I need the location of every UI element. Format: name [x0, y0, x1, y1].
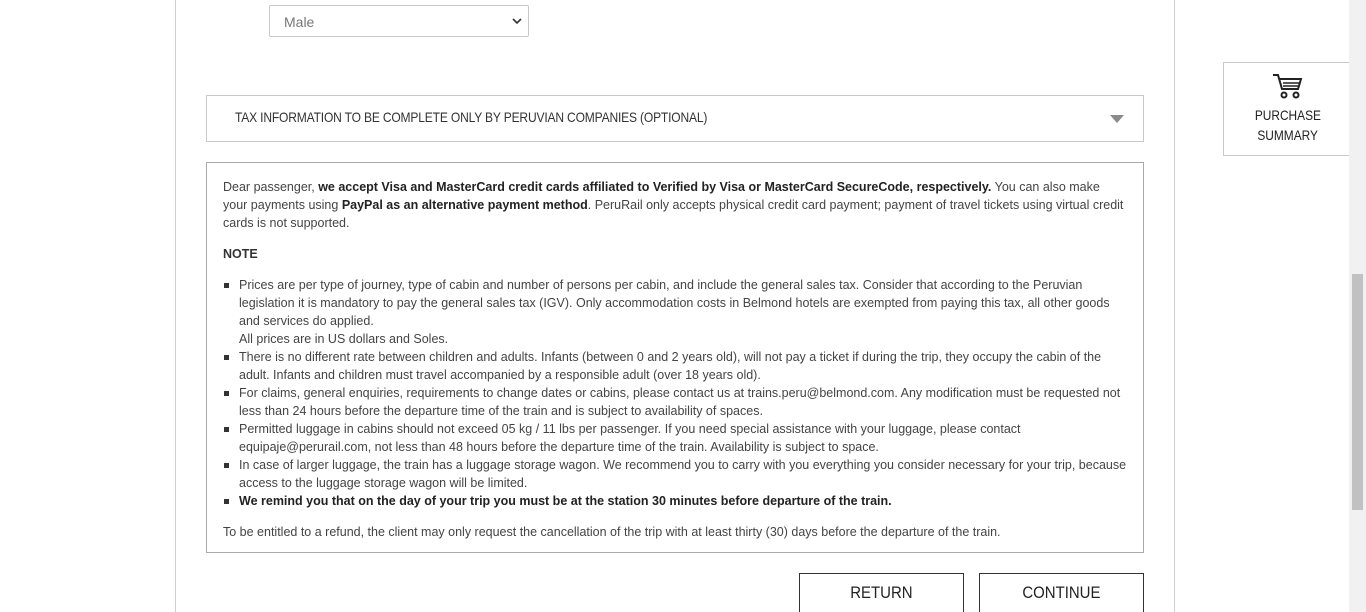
list-item: Permitted luggage in cabins should not e… [223, 420, 1127, 456]
page-scrollbar[interactable] [1349, 0, 1366, 612]
tax-information-title: TAX INFORMATION TO BE COMPLETE ONLY BY P… [235, 109, 708, 125]
tax-information-accordion[interactable]: TAX INFORMATION TO BE COMPLETE ONLY BY P… [206, 95, 1144, 142]
payment-intro: Dear passenger, we accept Visa and Maste… [223, 180, 1124, 230]
note-heading: NOTE [223, 247, 258, 261]
list-item: There is no different rate between child… [223, 348, 1127, 384]
shopping-cart-icon [1273, 74, 1303, 99]
return-button[interactable]: RETURN [799, 573, 964, 612]
refund-policy: To be entitled to a refund, the client m… [223, 525, 1001, 539]
purchase-summary-button[interactable]: PURCHASE SUMMARY [1223, 62, 1351, 156]
chevron-down-icon [512, 18, 522, 25]
gender-select[interactable]: Male [269, 5, 529, 37]
scrollbar-thumb[interactable] [1352, 274, 1363, 510]
list-item: Prices are per type of journey, type of … [223, 276, 1127, 348]
list-item: In case of larger luggage, the train has… [223, 456, 1127, 492]
purchase-summary-label: PURCHASE SUMMARY [1254, 107, 1322, 143]
list-item: For claims, general enquiries, requireme… [223, 384, 1127, 420]
note-list: Prices are per type of journey, type of … [223, 276, 1127, 510]
continue-button[interactable]: CONTINUE [979, 573, 1144, 612]
gender-select-value: Male [284, 14, 315, 30]
list-item: We remind you that on the day of your tr… [223, 492, 1127, 510]
payment-info-box: Dear passenger, we accept Visa and Maste… [206, 162, 1144, 553]
caret-down-icon[interactable] [1110, 115, 1124, 123]
